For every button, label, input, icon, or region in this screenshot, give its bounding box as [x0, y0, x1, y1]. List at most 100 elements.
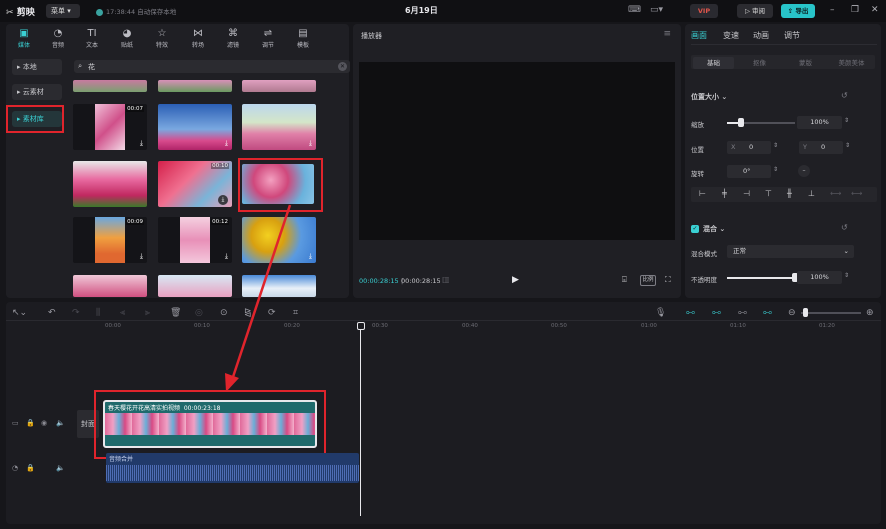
- grid-icon[interactable]: ▥: [442, 275, 450, 284]
- reset-icon[interactable]: ↺: [841, 223, 848, 232]
- tab-sticker[interactable]: ◕ 贴纸: [109, 24, 145, 49]
- tab-speed[interactable]: 变速: [723, 30, 739, 41]
- subtab-basic[interactable]: 基础: [693, 57, 734, 69]
- subtab-mask[interactable]: 蒙版: [785, 57, 826, 69]
- reset-icon[interactable]: ↺: [841, 91, 848, 100]
- rotate-icon[interactable]: ⟳: [268, 308, 276, 318]
- tab-adjust[interactable]: ⇌ 调节: [250, 24, 286, 49]
- stepper-icon[interactable]: ⇕: [773, 142, 778, 149]
- sidebar-item-cloud[interactable]: ▸ 云素材: [12, 84, 62, 100]
- speaker-icon[interactable]: 🔈: [56, 464, 65, 472]
- close-icon[interactable]: ✕: [871, 5, 879, 15]
- track-video-icon[interactable]: ▭: [12, 419, 19, 427]
- stepper-icon[interactable]: ⇕: [845, 142, 850, 149]
- stepper-icon[interactable]: ⇕: [844, 272, 849, 279]
- tab-text[interactable]: TI 文本: [74, 24, 110, 49]
- layout-icon[interactable]: ▭▾: [650, 5, 663, 17]
- tab-animation[interactable]: 动画: [753, 30, 769, 41]
- tab-transition[interactable]: ⋈ 转场: [180, 24, 216, 49]
- media-thumb[interactable]: 00:07 ⤓: [73, 104, 147, 150]
- player-menu-icon[interactable]: ≡: [663, 29, 671, 39]
- media-thumb[interactable]: ⤓: [158, 104, 232, 150]
- delete-icon[interactable]: 🗑: [170, 308, 181, 318]
- subtab-beauty[interactable]: 美颜美体: [831, 57, 872, 69]
- y-input[interactable]: Y0: [799, 141, 843, 154]
- playhead-handle[interactable]: [357, 322, 365, 330]
- clear-icon[interactable]: ✕: [338, 62, 347, 71]
- zoom-slider[interactable]: [801, 312, 861, 314]
- lock-icon[interactable]: 🔒: [26, 419, 35, 427]
- media-thumb[interactable]: 00:10 ⤓: [158, 161, 232, 207]
- select-tool-icon[interactable]: ↖⌄: [12, 308, 27, 318]
- flip-h-icon[interactable]: ⟷: [830, 189, 841, 198]
- tab-media[interactable]: ▣ 媒体: [6, 24, 42, 49]
- media-thumb[interactable]: [73, 80, 147, 92]
- download-icon[interactable]: ⤓: [140, 139, 143, 148]
- download-icon[interactable]: ⤓: [309, 139, 312, 148]
- keyboard-icon[interactable]: ⌨: [628, 5, 641, 17]
- align-icon[interactable]: ⧟: [763, 308, 772, 318]
- media-thumb[interactable]: [242, 80, 316, 92]
- tab-picture[interactable]: 画面: [691, 30, 707, 41]
- media-thumb[interactable]: 00:12 ⤓: [158, 217, 232, 263]
- align-bottom-icon[interactable]: ⊥: [808, 189, 815, 198]
- split-right-icon[interactable]: ⫸: [145, 308, 150, 318]
- media-thumb[interactable]: [242, 275, 316, 297]
- play-icon[interactable]: ▶: [512, 275, 519, 285]
- undo-icon[interactable]: ↶: [48, 308, 56, 318]
- lock-icon[interactable]: 🔒: [26, 464, 35, 472]
- blend-checkbox[interactable]: ✓: [691, 225, 699, 233]
- download-icon[interactable]: ⤓: [140, 252, 143, 261]
- ratio-button[interactable]: 比例: [640, 275, 656, 286]
- tab-template[interactable]: ▤ 模板: [285, 24, 321, 49]
- flip-v-icon[interactable]: ⟷: [851, 189, 862, 198]
- media-thumb[interactable]: 00:09 ⤓: [73, 217, 147, 263]
- align-center-v-icon[interactable]: ╫: [787, 189, 792, 198]
- fit-icon[interactable]: ⌻: [622, 275, 627, 285]
- media-thumb[interactable]: [73, 161, 147, 207]
- split-left-icon[interactable]: ⫷: [120, 308, 125, 318]
- tab-filter[interactable]: ⌘ 滤镜: [215, 24, 251, 49]
- rotate-input[interactable]: 0°: [727, 165, 771, 178]
- audio-clip[interactable]: 音频合并: [106, 453, 359, 483]
- microphone-icon[interactable]: 🎙: [655, 308, 666, 318]
- track-audio-icon[interactable]: ◔: [12, 464, 18, 472]
- menu-button[interactable]: 菜单 ▾: [46, 4, 80, 18]
- fullscreen-icon[interactable]: ⛶: [665, 275, 671, 285]
- zoom-out-icon[interactable]: ⊖: [788, 308, 796, 318]
- tab-audio[interactable]: ◔ 音频: [40, 24, 76, 49]
- search-input[interactable]: ⌕ 花 ✕: [74, 60, 350, 73]
- download-icon[interactable]: ⤓: [225, 139, 228, 148]
- blend-mode-select[interactable]: 正常 ⌄: [727, 245, 854, 258]
- snap-icon[interactable]: ⧟: [712, 308, 721, 318]
- stepper-icon[interactable]: ⇕: [773, 166, 778, 173]
- scale-input[interactable]: 100%: [797, 116, 842, 129]
- download-icon[interactable]: ⤓: [218, 195, 228, 205]
- split-icon[interactable]: ⫼: [96, 308, 100, 318]
- download-icon[interactable]: ⤓: [309, 252, 312, 261]
- tab-effects[interactable]: ☆ 特效: [144, 24, 180, 49]
- speaker-icon[interactable]: 🔈: [56, 419, 65, 427]
- media-thumb[interactable]: ⤓: [242, 104, 316, 150]
- align-left-icon[interactable]: ⊢: [699, 189, 706, 198]
- reverse-icon[interactable]: ⊙: [220, 308, 228, 318]
- sidebar-item-local[interactable]: ▸ 本地: [12, 59, 62, 75]
- stepper-icon[interactable]: ⇕: [844, 117, 849, 124]
- media-thumb[interactable]: [158, 80, 232, 92]
- media-thumb[interactable]: [158, 275, 232, 297]
- vip-badge[interactable]: VIP: [690, 4, 718, 18]
- preview-canvas[interactable]: [359, 62, 675, 240]
- export-button[interactable]: ⇪ 导出: [781, 4, 815, 18]
- link-icon[interactable]: ⧟: [686, 308, 695, 318]
- media-thumb[interactable]: ⤓: [242, 217, 316, 263]
- opacity-input[interactable]: 100%: [797, 271, 842, 284]
- align-right-icon[interactable]: ⊣: [743, 189, 750, 198]
- align-center-h-icon[interactable]: ╪: [722, 189, 727, 198]
- preview-axis-icon[interactable]: ⧟: [738, 308, 747, 318]
- zoom-in-icon[interactable]: ⊕: [866, 308, 874, 318]
- media-thumb[interactable]: [73, 275, 147, 297]
- subtab-cutout[interactable]: 抠像: [739, 57, 780, 69]
- zoom-slider-knob[interactable]: [803, 308, 808, 317]
- download-icon[interactable]: ⤓: [225, 252, 228, 261]
- eye-icon[interactable]: ◉: [41, 419, 47, 427]
